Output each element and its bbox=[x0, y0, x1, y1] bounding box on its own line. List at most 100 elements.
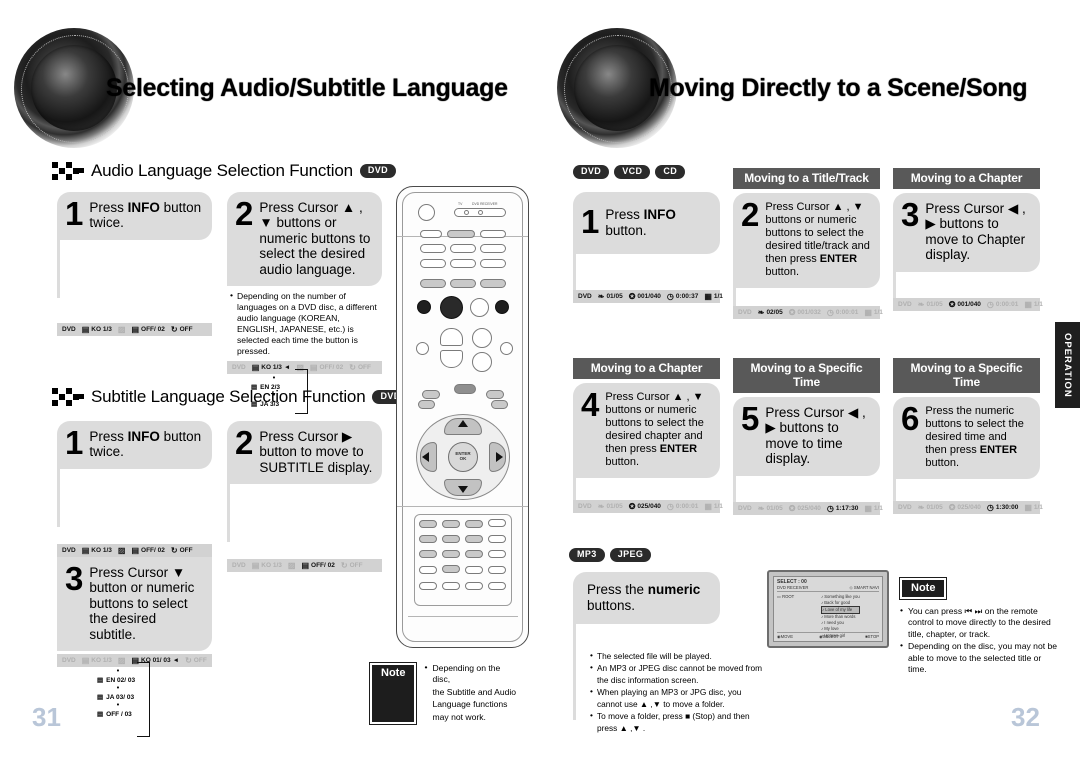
list-item-selected[interactable]: ♪ Love of my life bbox=[821, 606, 860, 615]
super51-button[interactable] bbox=[420, 279, 446, 288]
mic-button[interactable] bbox=[420, 259, 446, 268]
numeric-9-button[interactable] bbox=[465, 550, 483, 558]
step-text: Press the numeric buttons to select the … bbox=[925, 405, 1024, 469]
stop-button[interactable] bbox=[440, 296, 463, 319]
note-text: Depending on the disc, the Subtitle and … bbox=[424, 662, 519, 724]
repeat-icon: ↻ bbox=[170, 545, 178, 555]
exit-button[interactable] bbox=[491, 400, 508, 409]
folder-icon: ▭ bbox=[777, 594, 781, 599]
angle-icon: ▦ bbox=[704, 501, 712, 511]
numeric-7-button[interactable] bbox=[419, 550, 437, 558]
audio-icon: ▤ bbox=[81, 545, 90, 555]
numeric-0-button[interactable] bbox=[442, 565, 460, 573]
ez-view-button[interactable] bbox=[442, 582, 460, 590]
open-close-button[interactable] bbox=[420, 230, 442, 238]
osd-bar: DVD ❧ 01/05 ✪ 025/040 ◷ 0:00:01 ▦ 1/1 bbox=[573, 499, 723, 513]
chevron-blocks-icon bbox=[52, 388, 84, 406]
dpad-control[interactable]: ENTER OK bbox=[416, 414, 510, 500]
volume-down-button[interactable] bbox=[472, 352, 492, 372]
osd-audio: ▤ KO 1/3 ◄ bbox=[251, 362, 291, 372]
section-tab-title: Moving to a Specific Time bbox=[893, 358, 1040, 393]
numeric-2-button[interactable] bbox=[442, 520, 460, 528]
menu-button[interactable] bbox=[422, 390, 440, 399]
chapter-icon: ✪ bbox=[788, 307, 796, 317]
disc-badge-mp3: MP3 bbox=[569, 548, 605, 562]
right-page: Moving Directly to a Scene/Song DVD VCD … bbox=[545, 0, 1080, 763]
aux-button[interactable] bbox=[480, 244, 506, 253]
osd-bar: DVD ▤ KO 1/3 ▨ ▤ OFF/ 02 ↻ OFF bbox=[227, 559, 382, 573]
bullet-item: Depending on the number of languages on … bbox=[230, 290, 382, 357]
dvd-led-icon bbox=[478, 210, 483, 215]
rds-mmi-button[interactable] bbox=[488, 582, 506, 590]
test-tone-button[interactable] bbox=[488, 519, 506, 527]
numeric-4-button[interactable] bbox=[419, 535, 437, 543]
prev-skip-button[interactable] bbox=[417, 300, 431, 314]
repeat-button[interactable] bbox=[465, 582, 483, 590]
tuner-band-button[interactable] bbox=[450, 244, 476, 253]
repeat-icon: ↻ bbox=[349, 362, 356, 372]
osd-chapter: ✪ 025/040 bbox=[948, 502, 981, 512]
title-icon: ❧ bbox=[917, 502, 925, 512]
disc-badge-dvd: DVD bbox=[573, 165, 610, 179]
mp3-bullets: The selected file will be played. An MP3… bbox=[590, 650, 765, 735]
osd-title: ❧ 01/05 bbox=[917, 299, 943, 309]
osd-subtitle: ▤ OFF/ 02 bbox=[131, 324, 165, 334]
next-skip-button[interactable] bbox=[495, 300, 509, 314]
dvd-button[interactable] bbox=[420, 244, 446, 253]
mode-button[interactable] bbox=[480, 230, 506, 238]
zoom-button[interactable] bbox=[488, 566, 506, 574]
step-text: Press INFO button twice. bbox=[89, 200, 202, 231]
section-tab-title: Moving to a Specific Time bbox=[733, 358, 880, 393]
note-badge: Note bbox=[368, 661, 418, 726]
tv-video-button[interactable] bbox=[447, 230, 475, 238]
step-card-r2-6: Moving to a Specific Time 6 Press the nu… bbox=[893, 358, 1043, 514]
numeric-1-button[interactable] bbox=[419, 520, 437, 528]
repeat-icon: ↻ bbox=[185, 655, 192, 665]
osd-title: ❧ 02/05 bbox=[757, 307, 783, 317]
return-button[interactable] bbox=[418, 400, 435, 409]
osd-bar: DVD ▤ KO 1/3 ▨ ▤ OFF/ 02 ↻ OFF bbox=[57, 543, 212, 557]
bubble-tail bbox=[57, 239, 60, 298]
note-line: the Subtitle and Audio bbox=[432, 686, 517, 697]
numeric-3-button[interactable] bbox=[465, 520, 483, 528]
pl2-effect-button[interactable] bbox=[500, 342, 513, 355]
step-text: Press Cursor ▲ , ▼ buttons or numeric bu… bbox=[605, 391, 704, 468]
disc-skip-button[interactable] bbox=[480, 259, 506, 268]
left-page: Selecting Audio/Subtitle Language Audio … bbox=[0, 0, 545, 763]
chapter-icon: ✪ bbox=[628, 501, 636, 511]
sleep-button[interactable] bbox=[419, 566, 437, 574]
numeric-5-button[interactable] bbox=[442, 535, 460, 543]
volume-up-button[interactable] bbox=[472, 328, 492, 348]
enter-ok-button[interactable]: ENTER OK bbox=[448, 442, 478, 472]
step-card-r1-2: Moving to a Title/Track 2 Press Cursor ▲… bbox=[733, 168, 883, 319]
osd-repeat: ↻ OFF bbox=[170, 324, 193, 334]
audio-icon: ▤ bbox=[251, 362, 260, 372]
angle-icon: ▦ bbox=[864, 307, 872, 317]
info-button[interactable] bbox=[454, 384, 476, 394]
title-button[interactable] bbox=[486, 390, 504, 399]
power-button[interactable] bbox=[418, 204, 435, 221]
numeric-8-button[interactable] bbox=[442, 550, 460, 558]
step-number: 3 bbox=[901, 196, 920, 233]
music-button[interactable] bbox=[450, 279, 476, 288]
dvd-receiver-label: DVD RECEIVER bbox=[472, 202, 498, 206]
osd-repeat: ↻ OFF bbox=[185, 655, 207, 665]
subtitle-icon: ▤ bbox=[97, 694, 104, 702]
sound-edit-button[interactable] bbox=[488, 535, 506, 543]
tuning-up-button[interactable] bbox=[440, 328, 463, 346]
title-icon: ❧ bbox=[917, 299, 925, 309]
vocal-button[interactable] bbox=[450, 259, 476, 268]
numeric-6-button[interactable] bbox=[465, 535, 483, 543]
logo-button[interactable] bbox=[419, 582, 437, 590]
memory-button[interactable] bbox=[488, 550, 506, 558]
step-card-subtitle-1: 1 Press INFO button twice. DVD ▤ KO 1/3 ▨… bbox=[57, 421, 212, 557]
cancel-button[interactable] bbox=[465, 566, 483, 574]
note-bullet: You can press ⏮ ⏭ on the remote control … bbox=[900, 605, 1060, 640]
play-pause-button[interactable] bbox=[470, 298, 489, 317]
pl2-mode-button[interactable] bbox=[416, 342, 429, 355]
step-number: 6 bbox=[901, 400, 920, 437]
movie-button[interactable] bbox=[480, 279, 506, 288]
osd-audio: ▤ KO 1/3 bbox=[81, 324, 112, 334]
angle-icon: ▦ bbox=[1024, 502, 1032, 512]
step-bubble: 1 Press INFO button twice. bbox=[57, 421, 212, 469]
